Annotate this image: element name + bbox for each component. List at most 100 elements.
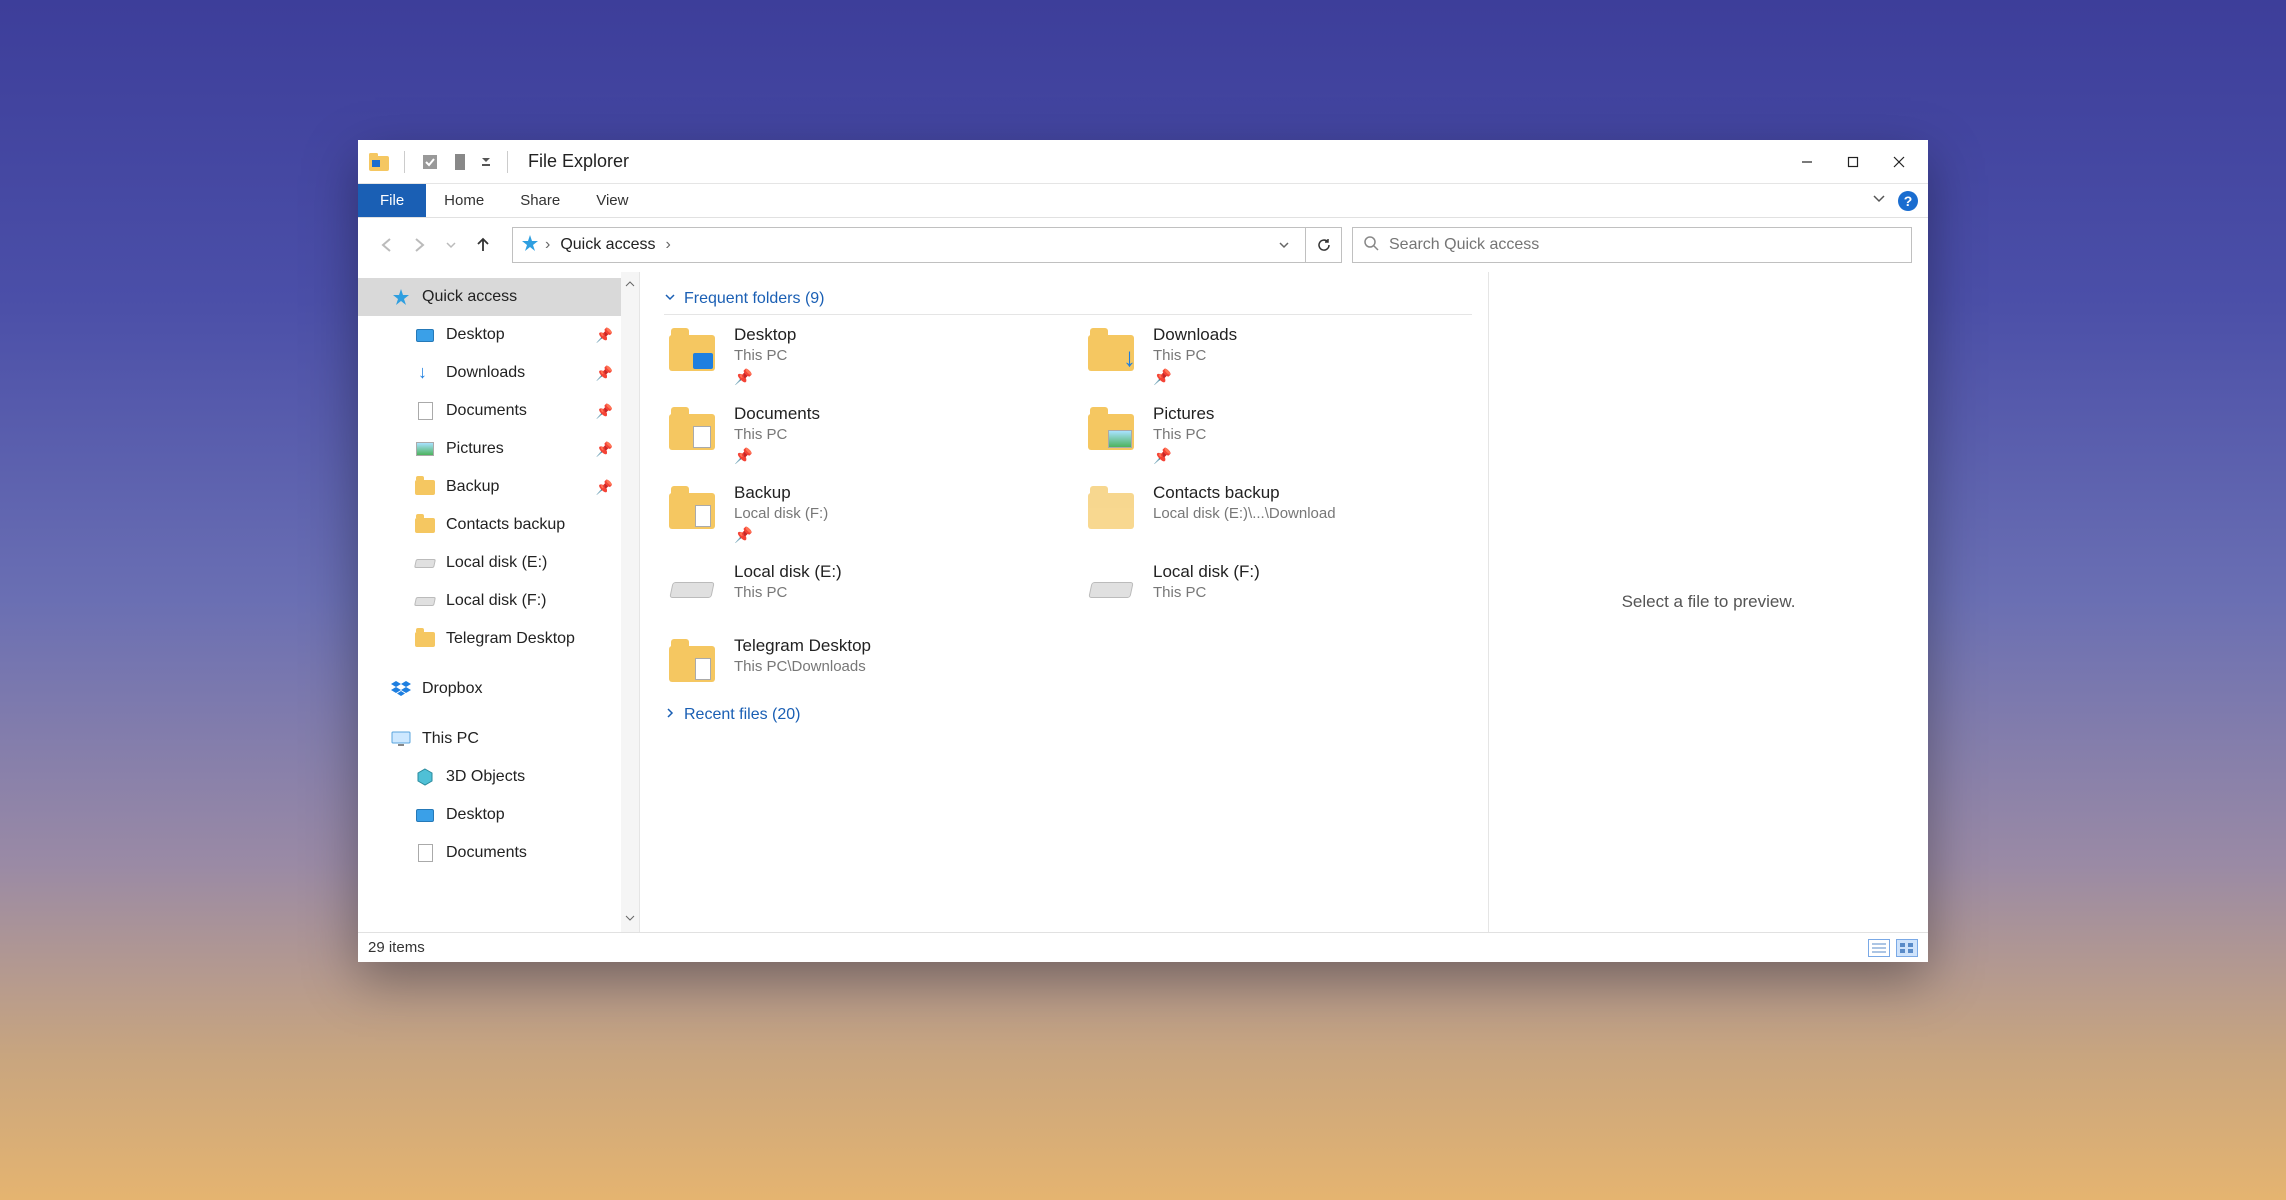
search-icon xyxy=(1363,235,1379,256)
sidebar-item-label: Backup xyxy=(446,478,499,496)
pictures-icon xyxy=(414,438,436,460)
breadcrumb-quick-access[interactable]: Quick access xyxy=(556,236,659,254)
tab-file[interactable]: File xyxy=(358,184,426,217)
item-count: 29 items xyxy=(368,939,425,956)
nav-up-button[interactable] xyxy=(470,232,496,258)
search-box[interactable] xyxy=(1352,227,1912,263)
sidebar-scrollbar[interactable] xyxy=(621,272,639,932)
folder-tile[interactable]: BackupLocal disk (F:)📌 xyxy=(664,483,1053,544)
pin-icon: 📌 xyxy=(734,526,828,544)
item-location: Local disk (F:) xyxy=(734,505,828,522)
sidebar-item-label: Quick access xyxy=(422,288,517,306)
folder-tile[interactable]: DocumentsThis PC📌 xyxy=(664,404,1053,465)
item-location: This PC xyxy=(1153,347,1237,364)
sidebar-quick-access[interactable]: Quick access xyxy=(358,278,639,316)
sidebar-item-label: Documents xyxy=(446,844,527,862)
folder-icon xyxy=(414,514,436,536)
view-details-button[interactable] xyxy=(1868,939,1890,957)
disk-icon xyxy=(664,562,720,618)
sidebar-item-local-disk-f[interactable]: Local disk (F:) xyxy=(358,582,639,620)
sidebar-item-pc-desktop[interactable]: Desktop xyxy=(358,796,639,834)
item-name: Local disk (F:) xyxy=(1153,562,1260,582)
sidebar-item-label: Dropbox xyxy=(422,680,482,698)
refresh-button[interactable] xyxy=(1306,227,1342,263)
item-location: This PC xyxy=(1153,584,1260,601)
folder-tile[interactable]: PicturesThis PC📌 xyxy=(1083,404,1472,465)
section-recent-files[interactable]: Recent files (20) xyxy=(664,700,1472,730)
folder-tile[interactable]: DesktopThis PC📌 xyxy=(664,325,1053,386)
pin-icon: 📌 xyxy=(1153,447,1214,465)
sidebar-item-pictures[interactable]: Pictures 📌 xyxy=(358,430,639,468)
item-location: This PC xyxy=(734,426,820,443)
close-button[interactable] xyxy=(1876,146,1922,178)
section-frequent-folders[interactable]: Frequent folders (9) xyxy=(664,284,1472,315)
breadcrumb-separator-icon[interactable]: › xyxy=(665,236,670,254)
nav-back-button[interactable] xyxy=(374,232,400,258)
section-label: Recent files (20) xyxy=(684,706,801,724)
monitor-icon xyxy=(414,804,436,826)
pin-icon: 📌 xyxy=(596,327,613,344)
scroll-down-icon[interactable] xyxy=(625,910,635,928)
address-bar[interactable]: › Quick access › xyxy=(512,227,1306,263)
folder-tile[interactable]: Local disk (F:) This PC xyxy=(1083,562,1472,618)
search-input[interactable] xyxy=(1389,236,1901,254)
folder-tile[interactable]: ↓ DownloadsThis PC📌 xyxy=(1083,325,1472,386)
sidebar-item-3d-objects[interactable]: 3D Objects xyxy=(358,758,639,796)
item-location: This PC xyxy=(1153,426,1214,443)
body: Quick access Desktop📌 Downloads📌 Documen… xyxy=(358,272,1928,932)
folder-tile[interactable]: Local disk (E:) This PC xyxy=(664,562,1053,618)
sidebar-dropbox[interactable]: Dropbox xyxy=(358,670,639,708)
item-location: This PC xyxy=(734,347,796,364)
nav-forward-button[interactable] xyxy=(406,232,432,258)
sidebar-item-label: 3D Objects xyxy=(446,768,525,786)
sidebar-item-documents[interactable]: Documents📌 xyxy=(358,392,639,430)
preview-pane: Select a file to preview. xyxy=(1488,272,1928,932)
tab-home[interactable]: Home xyxy=(426,184,502,217)
item-location: Local disk (E:)\...\Download xyxy=(1153,505,1336,522)
pin-icon: 📌 xyxy=(596,441,613,458)
sidebar-item-label: Documents xyxy=(446,402,527,420)
tab-share[interactable]: Share xyxy=(502,184,578,217)
sidebar-item-downloads[interactable]: Downloads📌 xyxy=(358,354,639,392)
folder-tile[interactable]: Contacts backupLocal disk (E:)\...\Downl… xyxy=(1083,483,1472,544)
tab-view[interactable]: View xyxy=(578,184,646,217)
breadcrumb-separator-icon: › xyxy=(545,236,550,254)
qat-dropdown-icon[interactable] xyxy=(479,151,493,173)
sidebar-item-desktop[interactable]: Desktop📌 xyxy=(358,316,639,354)
help-button[interactable]: ? xyxy=(1898,191,1918,211)
address-dropdown-icon[interactable] xyxy=(1271,239,1297,251)
folder-icon xyxy=(664,636,720,692)
section-label: Frequent folders (9) xyxy=(684,290,825,308)
scroll-up-icon[interactable] xyxy=(625,276,635,294)
ribbon-expand-icon[interactable] xyxy=(1872,191,1886,210)
folder-tile[interactable]: Telegram DesktopThis PC\Downloads xyxy=(664,636,1053,692)
sidebar-item-telegram[interactable]: Telegram Desktop xyxy=(358,620,639,658)
qat-newfolder-icon[interactable] xyxy=(449,151,471,173)
item-location: This PC xyxy=(734,584,842,601)
view-large-icons-button[interactable] xyxy=(1896,939,1918,957)
dropbox-icon xyxy=(390,678,412,700)
item-name: Desktop xyxy=(734,325,796,345)
frequent-folders-grid: Desktop This PC 📌 ↓ DownloadsThis PC📌 Docu… xyxy=(664,325,1472,692)
folder-icon xyxy=(664,325,720,381)
chevron-right-icon xyxy=(664,706,676,724)
sidebar-item-label: Contacts backup xyxy=(446,516,565,534)
preview-placeholder-text: Select a file to preview. xyxy=(1622,592,1796,612)
minimize-button[interactable] xyxy=(1784,146,1830,178)
sidebar-item-pc-documents[interactable]: Documents xyxy=(358,834,639,872)
sidebar-item-local-disk-e[interactable]: Local disk (E:) xyxy=(358,544,639,582)
maximize-button[interactable] xyxy=(1830,146,1876,178)
disk-icon xyxy=(1083,562,1139,618)
cube-icon xyxy=(414,766,436,788)
sidebar-item-backup[interactable]: Backup📌 xyxy=(358,468,639,506)
titlebar: File Explorer xyxy=(358,140,1928,184)
nav-recent-dropdown[interactable] xyxy=(438,232,464,258)
sidebar-item-label: Pictures xyxy=(446,440,504,458)
sidebar-item-contacts-backup[interactable]: Contacts backup xyxy=(358,506,639,544)
folder-icon xyxy=(1083,404,1139,460)
folder-icon xyxy=(664,404,720,460)
sidebar-this-pc[interactable]: This PC xyxy=(358,720,639,758)
qat-properties-icon[interactable] xyxy=(419,151,441,173)
item-name: Local disk (E:) xyxy=(734,562,842,582)
folder-icon xyxy=(664,483,720,539)
